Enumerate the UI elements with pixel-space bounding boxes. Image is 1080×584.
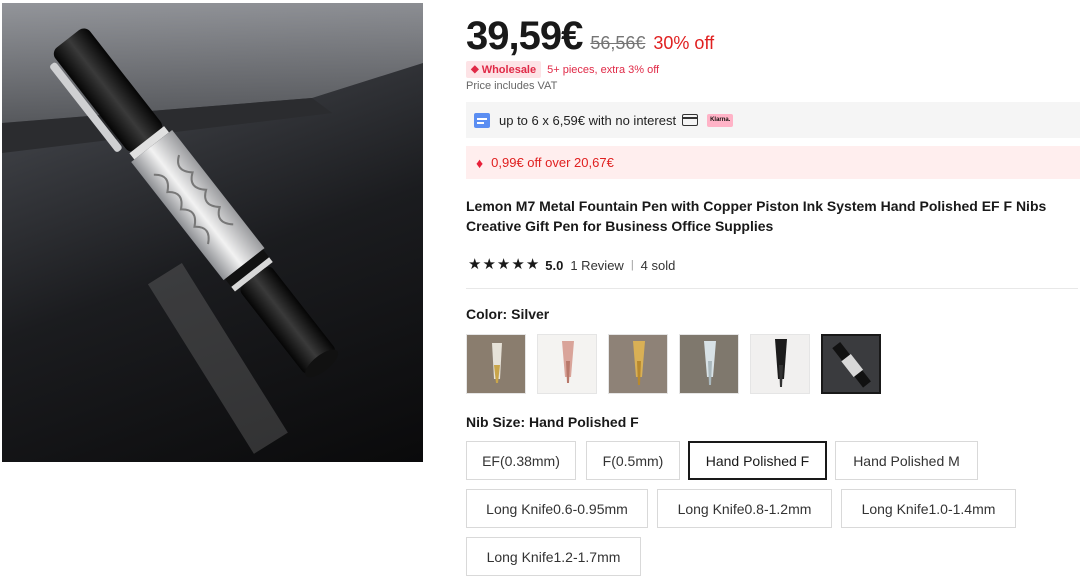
nib-size-label: Nib Size: [466,414,530,430]
star-icon: ★ [511,256,525,273]
wholesale-row: ◆ Wholesale 5+ pieces, extra 3% off [466,61,659,78]
star-icon: ★ [482,256,496,273]
credit-card-icon [682,114,699,126]
price-row: 39,59€ 56,56€ 30% off [466,14,714,59]
vat-note: Price includes VAT [466,80,558,92]
color-swatch-5[interactable] [750,334,810,394]
rating-separator: | [630,259,634,271]
product-title-line-2: Creative Gift Pen for Business Office Su… [466,218,774,234]
installment-banner[interactable]: up to 6 x 6,59€ with no interest Klarna. [466,102,1080,138]
color-swatch-1[interactable] [466,334,526,394]
nib-option-long-knife-08[interactable]: Long Knife0.8-1.2mm [657,489,832,528]
rating-score: 5.0 [545,257,564,273]
original-price: 56,56€ [590,33,646,53]
installment-text: up to 6 x 6,59€ with no interest [499,112,677,128]
rating-stars: ★ ★ ★ ★ ★ [468,257,540,273]
star-icon: ★ [468,256,482,273]
review-count-link[interactable]: 1 Review [570,258,623,273]
nib-option-long-knife-06[interactable]: Long Knife0.6-0.95mm [466,489,648,528]
current-price: 39,59€ [466,14,583,58]
tag-icon: ◆ [471,64,479,75]
wholesale-badge-label: Wholesale [481,63,537,76]
nib-size-selected-value: Hand Polished F [529,414,639,430]
installment-calendar-icon [474,112,490,128]
wholesale-info: 5+ pieces, extra 3% off [547,63,660,76]
nib-option-f[interactable]: F(0.5mm) [586,441,680,480]
color-selected-value: Silver [511,306,550,322]
product-title-line-1: Lemon M7 Metal Fountain Pen with Copper … [466,198,1047,214]
nib-option-ef[interactable]: EF(0.38mm) [466,441,576,480]
section-divider [466,288,1078,289]
rating-row: ★ ★ ★ ★ ★ 5.0 1 Review | 4 sold [468,257,675,273]
coupon-tag-icon: ♦ [476,154,484,171]
color-swatch-6-silver[interactable] [821,334,881,394]
color-swatch-4[interactable] [679,334,739,394]
nib-option-long-knife-12[interactable]: Long Knife1.2-1.7mm [466,537,641,576]
sold-count: 4 sold [640,257,676,273]
product-main-image [2,3,423,462]
klarna-logo: Klarna. [707,113,734,127]
star-icon: ★ [525,256,540,273]
star-icon: ★ [496,256,511,273]
nib-option-long-knife-10[interactable]: Long Knife1.0-1.4mm [841,489,1016,528]
color-label: Color: [466,306,512,322]
discount-percentage: 30% off [653,33,715,53]
wholesale-badge: ◆ Wholesale [466,61,542,78]
color-swatch-3[interactable] [608,334,668,394]
product-title: Lemon M7 Metal Fountain Pen with Copper … [466,196,1078,236]
color-swatches [466,334,892,394]
coupon-banner[interactable]: ♦ 0,99€ off over 20,67€ [466,146,1080,179]
color-option-label: Color: Silver [466,306,549,322]
nib-option-hand-polished-m[interactable]: Hand Polished M [835,441,978,480]
nib-size-option-label: Nib Size: Hand Polished F [466,414,639,430]
nib-option-hand-polished-f[interactable]: Hand Polished F [688,441,827,480]
color-swatch-2[interactable] [537,334,597,394]
coupon-text: 0,99€ off over 20,67€ [491,155,614,170]
